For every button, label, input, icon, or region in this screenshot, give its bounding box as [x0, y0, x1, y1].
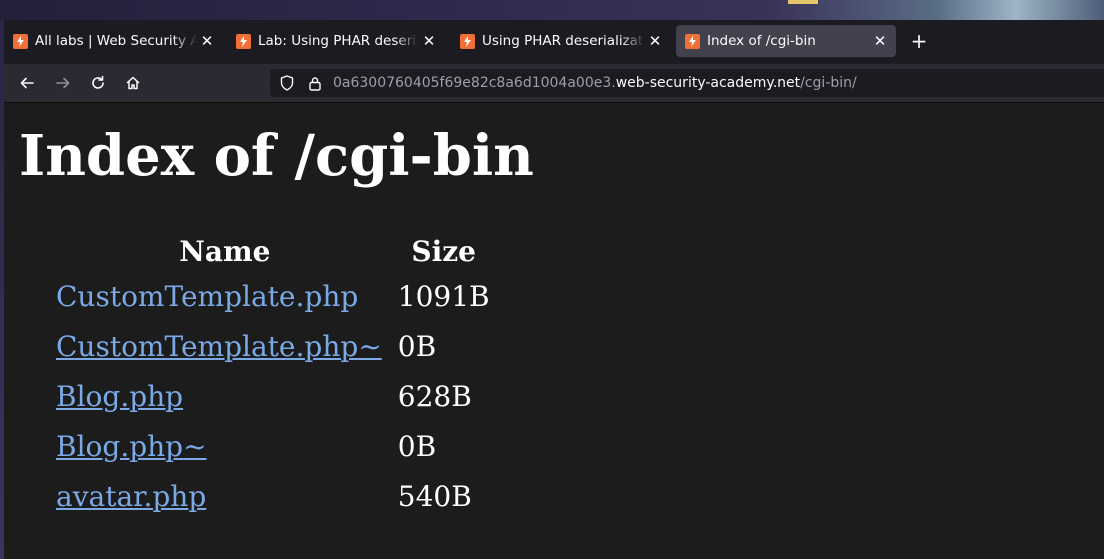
- table-row: Blog.php 628B: [56, 371, 490, 421]
- back-button[interactable]: [13, 70, 41, 96]
- table-header-row: Name Size: [56, 231, 490, 271]
- tab-title: Index of /cgi-bin: [707, 33, 816, 49]
- file-size-cell: 628B: [397, 379, 472, 413]
- table-row: CustomTemplate.php~ 0B: [56, 321, 490, 371]
- tab-index-cgi-bin[interactable]: Index of /cgi-bin ✕: [676, 25, 896, 57]
- tab-title: Lab: Using PHAR deserialization to deplo…: [258, 33, 419, 49]
- url-subdomain: 0a6300760405f69e82c8a6d1004a00e3.: [333, 75, 616, 91]
- size-column-header: Size: [411, 234, 476, 268]
- navigation-bar: 0a6300760405f69e82c8a6d1004a00e3.web-sec…: [4, 64, 1104, 103]
- file-link[interactable]: CustomTemplate.php: [56, 280, 358, 313]
- close-icon[interactable]: ✕: [870, 32, 890, 50]
- url-host: web-security-academy.net: [615, 75, 801, 91]
- table-row: avatar.php 540B: [56, 471, 490, 521]
- reload-icon: [92, 75, 104, 89]
- file-name-cell: CustomTemplate.php: [56, 271, 394, 321]
- file-name-cell: avatar.php: [56, 471, 394, 521]
- name-column-header: Name: [179, 234, 271, 268]
- close-icon[interactable]: ✕: [645, 32, 665, 50]
- url-text[interactable]: 0a6300760405f69e82c8a6d1004a00e3.web-sec…: [333, 75, 857, 91]
- desktop-accent: [788, 0, 818, 4]
- file-size-cell: 540B: [397, 479, 472, 513]
- page-content: Index of /cgi-bin Name Size CustomTempla…: [4, 103, 1104, 559]
- shield-icon[interactable]: [279, 75, 295, 91]
- file-size-cell: 0B: [397, 329, 437, 363]
- file-size-cell: 0B: [397, 429, 437, 463]
- home-button[interactable]: [119, 70, 147, 96]
- home-icon: [126, 76, 140, 90]
- back-arrow-icon: [20, 77, 34, 89]
- desktop-background: [0, 0, 1104, 20]
- portswigger-favicon-icon: [460, 33, 475, 49]
- browser-window: All labs | Web Security Academy ✕ Lab: U…: [4, 20, 1104, 559]
- portswigger-favicon-icon: [685, 33, 700, 49]
- tab-title: All labs | Web Security Academy: [35, 33, 197, 49]
- file-link[interactable]: avatar.php: [56, 480, 206, 513]
- file-link[interactable]: CustomTemplate.php~: [56, 330, 382, 363]
- file-name-cell: Blog.php~: [56, 421, 394, 471]
- portswigger-favicon-icon: [236, 33, 251, 49]
- table-row: Blog.php~ 0B: [56, 421, 490, 471]
- file-listing-table: Name Size CustomTemplate.php 1091B Custo…: [52, 231, 494, 521]
- tab-phar-deserialization[interactable]: Using PHAR deserialization to deploy a c…: [451, 25, 671, 57]
- new-tab-button[interactable]: +: [908, 28, 930, 54]
- file-link[interactable]: Blog.php: [56, 380, 183, 413]
- file-name-cell: CustomTemplate.php~: [56, 321, 394, 371]
- page-title: Index of /cgi-bin: [19, 123, 534, 189]
- tab-all-labs[interactable]: All labs | Web Security Academy ✕: [4, 25, 223, 57]
- close-icon[interactable]: ✕: [197, 32, 217, 50]
- close-icon[interactable]: ✕: [419, 32, 439, 50]
- forward-arrow-icon: [56, 77, 70, 89]
- tab-title: Using PHAR deserialization to deploy a c…: [482, 33, 645, 49]
- tab-lab[interactable]: Lab: Using PHAR deserialization to deplo…: [227, 25, 445, 57]
- file-name-cell: Blog.php: [56, 371, 394, 421]
- tab-bar: All labs | Web Security Academy ✕ Lab: U…: [4, 20, 1104, 64]
- portswigger-favicon-icon: [13, 33, 28, 49]
- file-link[interactable]: Blog.php~: [56, 430, 207, 463]
- reload-button[interactable]: [84, 70, 112, 96]
- forward-button[interactable]: [49, 70, 77, 96]
- file-size-cell: 1091B: [397, 279, 490, 313]
- url-path: /cgi-bin/: [800, 75, 857, 91]
- lock-icon[interactable]: [307, 75, 323, 91]
- url-bar[interactable]: 0a6300760405f69e82c8a6d1004a00e3.web-sec…: [270, 69, 1104, 97]
- table-row: CustomTemplate.php 1091B: [56, 271, 490, 321]
